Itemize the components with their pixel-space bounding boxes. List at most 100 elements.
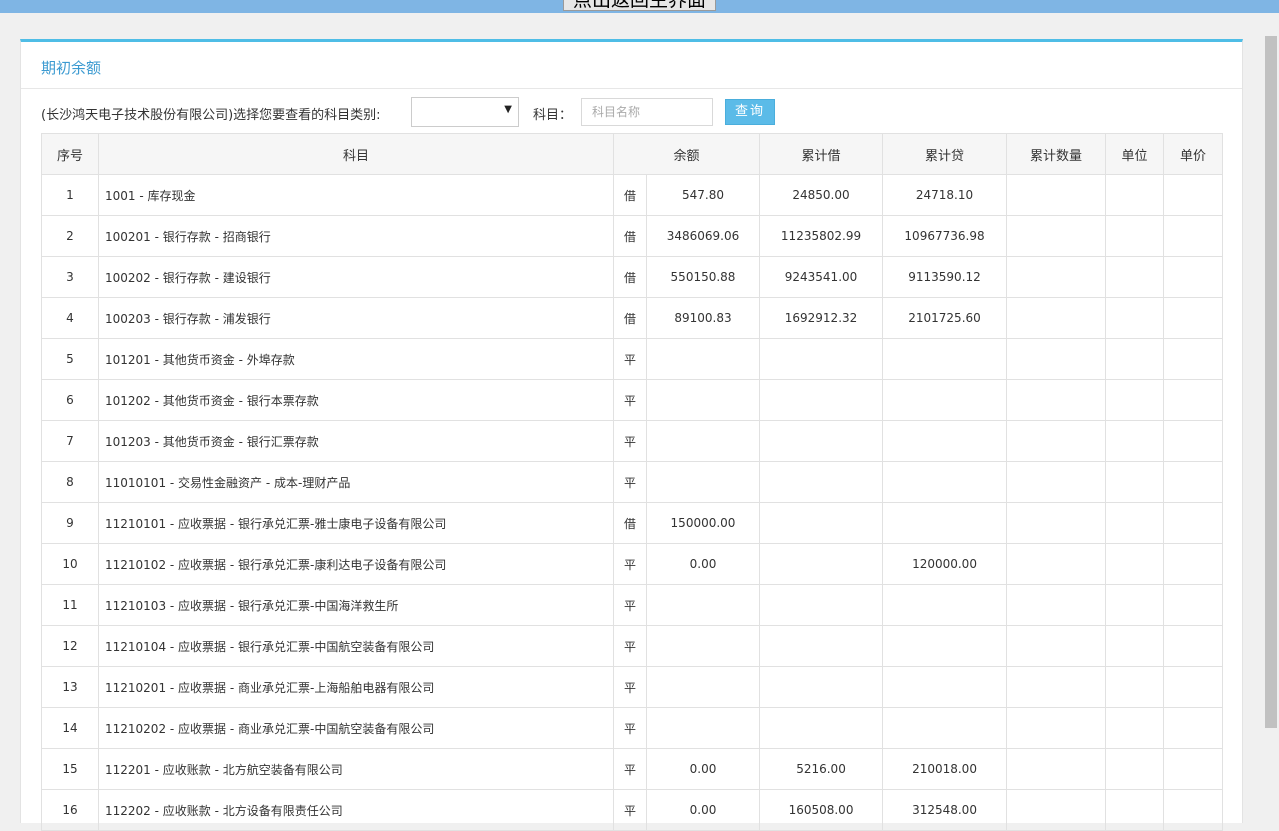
row-subject: 11210102 - 应收票据 - 银行承兑汇票-康利达电子设备有限公司 [98,543,614,585]
row-direction: 平 [613,707,647,749]
row-cum-qty [1006,215,1107,257]
table-row[interactable]: 10 11210102 - 应收票据 - 银行承兑汇票-康利达电子设备有限公司 … [41,543,1224,585]
row-balance: 0.00 [645,543,761,585]
row-cum-qty [1006,379,1107,421]
row-cum-debit [759,420,884,462]
subject-label: 科目： [533,108,573,123]
row-direction: 平 [613,461,647,503]
table-row[interactable]: 14 11210202 - 应收票据 - 商业承兑汇票-中国航空装备有限公司 平 [41,707,1224,749]
vertical-scrollbar[interactable] [1263,18,1279,823]
row-unit [1105,420,1165,462]
row-cum-debit [759,666,884,708]
row-balance: 550150.88 [645,256,761,298]
row-direction: 借 [613,256,647,298]
balance-table-container: 序号 科目 余额 累计借 累计贷 累计数量 单位 单价 1 1001 - 库存现… [41,133,1224,831]
row-cum-credit: 10967736.98 [882,215,1008,257]
header-cum-credit: 累计贷 [882,133,1008,175]
table-row[interactable]: 16 112202 - 应收账款 - 北方设备有限责任公司 平 0.00 160… [41,789,1224,831]
page-title: 期初余额 [41,59,102,77]
return-main-button[interactable]: 点出返回主界面 [563,0,716,11]
row-unit [1105,625,1165,667]
row-no: 7 [41,420,99,462]
row-unit-price [1163,543,1224,585]
row-unit [1105,338,1165,380]
row-cum-qty [1006,625,1107,667]
row-unit [1105,789,1165,831]
row-cum-credit: 210018.00 [882,748,1008,790]
table-row[interactable]: 13 11210201 - 应收票据 - 商业承兑汇票-上海船舶电器有限公司 平 [41,666,1224,708]
row-cum-debit [759,543,884,585]
row-direction: 平 [613,748,647,790]
table-row[interactable]: 12 11210104 - 应收票据 - 银行承兑汇票-中国航空装备有限公司 平 [41,625,1224,667]
row-cum-debit: 1692912.32 [759,297,884,339]
row-balance: 0.00 [645,748,761,790]
dropdown-arrow-icon: ▼ [504,104,512,115]
table-row[interactable]: 9 11210101 - 应收票据 - 银行承兑汇票-雅士康电子设备有限公司 借… [41,502,1224,544]
row-direction: 借 [613,215,647,257]
row-no: 12 [41,625,99,667]
header-balance: 余额 [612,133,761,175]
row-subject: 11210201 - 应收票据 - 商业承兑汇票-上海船舶电器有限公司 [98,666,614,708]
row-cum-qty [1006,461,1107,503]
row-cum-credit [882,461,1008,503]
row-cum-debit [759,379,884,421]
table-row[interactable]: 3 100202 - 银行存款 - 建设银行 借 550150.88 92435… [41,256,1224,298]
row-no: 6 [41,379,99,421]
row-balance [645,379,761,421]
table-row[interactable]: 6 101202 - 其他货币资金 - 银行本票存款 平 [41,379,1224,421]
row-subject: 100202 - 银行存款 - 建设银行 [98,256,614,298]
row-direction: 平 [613,420,647,462]
table-header-row: 序号 科目 余额 累计借 累计贷 累计数量 单位 单价 [41,133,1224,175]
row-cum-debit [759,338,884,380]
row-unit [1105,543,1165,585]
row-direction: 平 [613,625,647,667]
scrollbar-thumb[interactable] [1265,36,1277,728]
row-subject: 112201 - 应收账款 - 北方航空装备有限公司 [98,748,614,790]
row-unit-price [1163,625,1224,667]
row-direction: 平 [613,543,647,585]
table-row[interactable]: 5 101201 - 其他货币资金 - 外埠存款 平 [41,338,1224,380]
header-cum-qty: 累计数量 [1006,133,1107,175]
row-no: 10 [41,543,99,585]
row-direction: 平 [613,789,647,831]
row-balance: 3486069.06 [645,215,761,257]
row-balance [645,707,761,749]
top-bar: 点出返回主界面 [0,0,1279,13]
row-balance [645,461,761,503]
row-cum-credit: 9113590.12 [882,256,1008,298]
row-cum-debit: 9243541.00 [759,256,884,298]
header-unit-price: 单价 [1163,133,1224,175]
row-cum-credit: 24718.10 [882,174,1008,216]
row-no: 3 [41,256,99,298]
subject-search-input[interactable] [581,98,713,126]
table-row[interactable]: 1 1001 - 库存现金 借 547.80 24850.00 24718.10 [41,174,1224,216]
row-cum-credit: 2101725.60 [882,297,1008,339]
row-subject: 11210202 - 应收票据 - 商业承兑汇票-中国航空装备有限公司 [98,707,614,749]
row-subject: 112202 - 应收账款 - 北方设备有限责任公司 [98,789,614,831]
row-subject: 11210103 - 应收票据 - 银行承兑汇票-中国海洋救生所 [98,584,614,626]
opening-balance-panel: 期初余额 (长沙鸿天电子技术股份有限公司)选择您要查看的科目类别: ▼ 科目： … [20,39,1243,831]
query-button[interactable]: 查询 [725,99,775,125]
row-unit [1105,174,1165,216]
table-row[interactable]: 2 100201 - 银行存款 - 招商银行 借 3486069.06 1123… [41,215,1224,257]
table-row[interactable]: 4 100203 - 银行存款 - 浦发银行 借 89100.83 169291… [41,297,1224,339]
table-row[interactable]: 8 11010101 - 交易性金融资产 - 成本-理财产品 平 [41,461,1224,503]
row-unit-price [1163,461,1224,503]
header-cum-debit: 累计借 [759,133,884,175]
table-row[interactable]: 11 11210103 - 应收票据 - 银行承兑汇票-中国海洋救生所 平 [41,584,1224,626]
row-unit [1105,707,1165,749]
row-cum-qty [1006,297,1107,339]
row-cum-debit [759,625,884,667]
row-unit [1105,256,1165,298]
row-subject: 11010101 - 交易性金融资产 - 成本-理财产品 [98,461,614,503]
table-row[interactable]: 7 101203 - 其他货币资金 - 银行汇票存款 平 [41,420,1224,462]
row-cum-credit: 312548.00 [882,789,1008,831]
row-cum-debit: 160508.00 [759,789,884,831]
row-cum-credit [882,625,1008,667]
row-unit [1105,584,1165,626]
row-cum-debit: 24850.00 [759,174,884,216]
category-select[interactable]: ▼ [411,97,519,127]
table-row[interactable]: 15 112201 - 应收账款 - 北方航空装备有限公司 平 0.00 521… [41,748,1224,790]
category-prompt: (长沙鸿天电子技术股份有限公司)选择您要查看的科目类别: [41,108,381,123]
row-no: 2 [41,215,99,257]
